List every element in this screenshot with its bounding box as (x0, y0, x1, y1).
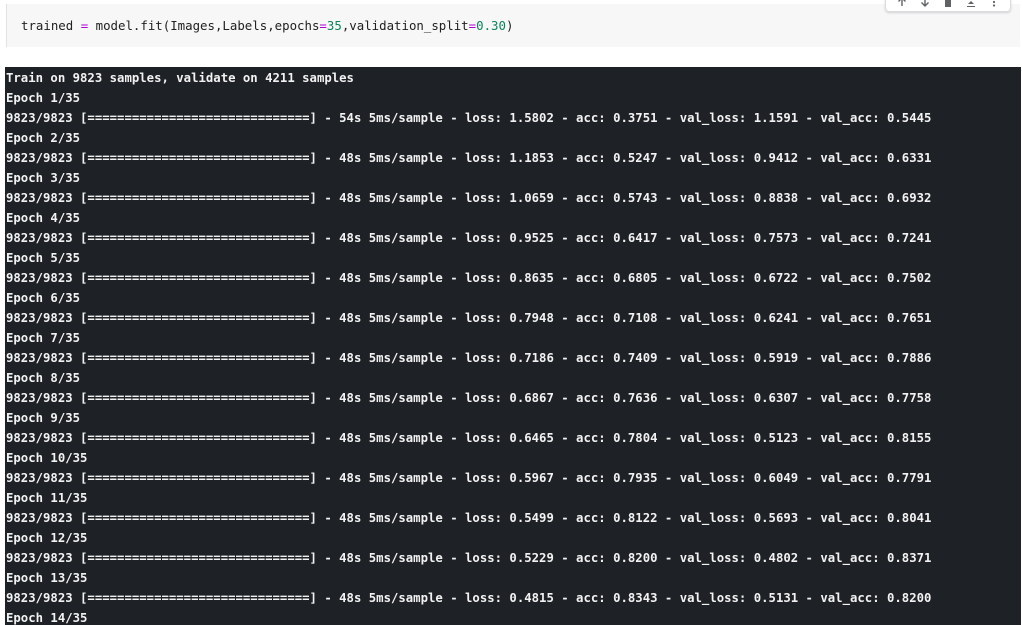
arrow-up-icon (896, 0, 908, 8)
code-token: ) (505, 18, 514, 33)
code-token: = (319, 18, 327, 33)
cell-toolbar (885, 0, 1011, 12)
output-line: Train on 9823 samples, validate on 4211 … (6, 71, 354, 85)
output-line: 9823/9823 [=============================… (6, 191, 932, 205)
output-line: 9823/9823 [=============================… (6, 471, 932, 485)
move-cell-up-button[interactable] (893, 0, 911, 9)
code-token: 0.30 (476, 18, 506, 33)
epoch-header-line: Epoch 9/35 (6, 411, 81, 425)
collapse-cell-button[interactable] (962, 0, 980, 9)
cell-output: Train on 9823 samples, validate on 4211 … (5, 67, 1021, 625)
output-line: 9823/9823 [=============================… (6, 311, 932, 325)
epoch-header-line: Epoch 5/35 (6, 251, 81, 265)
epoch-header-line: Epoch 11/35 (6, 491, 88, 505)
code-token: 35 (326, 18, 342, 33)
arrow-down-icon (919, 0, 931, 8)
output-line: 9823/9823 [=============================… (6, 271, 932, 285)
code-cell[interactable]: trained = model.fit(Images,Labels,epochs… (6, 4, 1020, 47)
epoch-header-line: Epoch 8/35 (6, 371, 81, 385)
code-token: = (468, 18, 477, 33)
code-token: model.fit(Images,Labels,epochs (88, 18, 320, 33)
output-line: 9823/9823 [=============================… (6, 151, 932, 165)
epoch-header-line: Epoch 6/35 (6, 291, 81, 305)
output-line: 9823/9823 [=============================… (6, 391, 932, 405)
delete-icon (942, 0, 954, 8)
code-token: trained (21, 18, 74, 33)
epoch-header-line: Epoch 2/35 (6, 131, 81, 145)
delete-cell-button[interactable] (939, 0, 957, 9)
output-line: 9823/9823 [=============================… (6, 511, 932, 525)
output-line: 9823/9823 [=============================… (6, 431, 932, 445)
code-token: ,validation_split (341, 18, 469, 33)
output-line: 9823/9823 [=============================… (6, 231, 932, 245)
output-line: 9823/9823 [=============================… (6, 111, 932, 125)
move-cell-down-button[interactable] (916, 0, 934, 9)
output-lines: Train on 9823 samples, validate on 4211 … (6, 68, 931, 625)
collapse-icon (965, 0, 977, 8)
epoch-header-line: Epoch 10/35 (6, 451, 88, 465)
more-vert-icon (988, 0, 1000, 8)
epoch-header-line: Epoch 14/35 (6, 611, 88, 625)
output-line: 9823/9823 [=============================… (6, 591, 932, 605)
epoch-header-line: Epoch 1/35 (6, 91, 81, 105)
more-options-button[interactable] (985, 0, 1003, 9)
epoch-header-line: Epoch 13/35 (6, 571, 88, 585)
output-line: 9823/9823 [=============================… (6, 551, 932, 565)
epoch-header-line: Epoch 7/35 (6, 331, 81, 345)
output-line: 9823/9823 [=============================… (6, 351, 932, 365)
epoch-header-line: Epoch 4/35 (6, 211, 81, 225)
code-line[interactable]: trained = model.fit(Images,Labels,epochs… (21, 18, 513, 33)
notebook-page: trained = model.fit(Images,Labels,epochs… (0, 0, 1022, 625)
epoch-header-line: Epoch 3/35 (6, 171, 81, 185)
epoch-header-line: Epoch 12/35 (6, 531, 88, 545)
